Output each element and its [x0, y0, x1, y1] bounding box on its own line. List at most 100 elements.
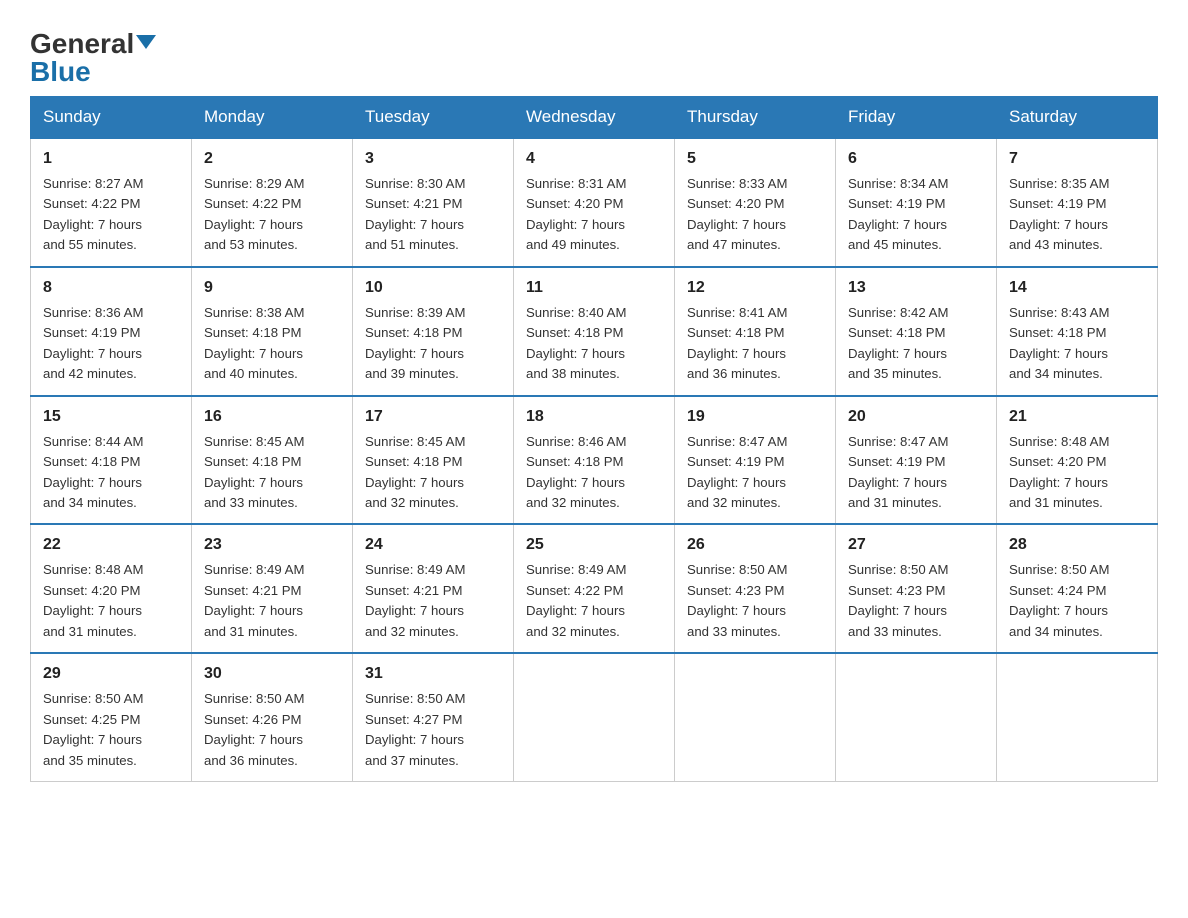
day-cell: 17 Sunrise: 8:45 AMSunset: 4:18 PMDayligh…: [353, 396, 514, 525]
day-cell: 18 Sunrise: 8:46 AMSunset: 4:18 PMDayligh…: [514, 396, 675, 525]
day-number: 1: [43, 147, 181, 171]
day-number: 16: [204, 405, 342, 429]
day-number: 30: [204, 662, 342, 686]
day-cell: 27Sunrise: 8:50 AMSunset: 4:23 PMDayligh…: [836, 524, 997, 653]
day-cell: 21 Sunrise: 8:48 AMSunset: 4:20 PMDayligh…: [997, 396, 1158, 525]
day-number: 27: [848, 533, 986, 557]
day-cell: 14 Sunrise: 8:43 AMSunset: 4:18 PMDayligh…: [997, 267, 1158, 396]
day-info: Sunrise: 8:34 AMSunset: 4:19 PMDaylight:…: [848, 176, 948, 252]
day-cell: 22 Sunrise: 8:48 AMSunset: 4:20 PMDayligh…: [31, 524, 192, 653]
col-header-monday: Monday: [192, 97, 353, 139]
day-cell: 10 Sunrise: 8:39 AMSunset: 4:18 PMDayligh…: [353, 267, 514, 396]
day-info: Sunrise: 8:46 AMSunset: 4:18 PMDaylight:…: [526, 434, 626, 510]
day-cell: [836, 653, 997, 781]
day-cell: 9 Sunrise: 8:38 AMSunset: 4:18 PMDaylight…: [192, 267, 353, 396]
day-number: 19: [687, 405, 825, 429]
day-number: 14: [1009, 276, 1147, 300]
day-cell: 2Sunrise: 8:29 AMSunset: 4:22 PMDaylight…: [192, 138, 353, 267]
week-row-2: 8 Sunrise: 8:36 AMSunset: 4:19 PMDaylight…: [31, 267, 1158, 396]
day-info: Sunrise: 8:31 AMSunset: 4:20 PMDaylight:…: [526, 176, 626, 252]
day-cell: 6Sunrise: 8:34 AMSunset: 4:19 PMDaylight…: [836, 138, 997, 267]
day-info: Sunrise: 8:45 AMSunset: 4:18 PMDaylight:…: [204, 434, 304, 510]
day-number: 18: [526, 405, 664, 429]
day-number: 17: [365, 405, 503, 429]
header: General Blue: [30, 20, 1158, 86]
day-cell: 24Sunrise: 8:49 AMSunset: 4:21 PMDayligh…: [353, 524, 514, 653]
day-info: Sunrise: 8:43 AMSunset: 4:18 PMDaylight:…: [1009, 305, 1109, 381]
day-cell: 31 Sunrise: 8:50 AMSunset: 4:27 PMDayligh…: [353, 653, 514, 781]
day-cell: 3Sunrise: 8:30 AMSunset: 4:21 PMDaylight…: [353, 138, 514, 267]
day-cell: 16 Sunrise: 8:45 AMSunset: 4:18 PMDayligh…: [192, 396, 353, 525]
col-header-sunday: Sunday: [31, 97, 192, 139]
day-cell: 23 Sunrise: 8:49 AMSunset: 4:21 PMDayligh…: [192, 524, 353, 653]
day-number: 23: [204, 533, 342, 557]
day-info: Sunrise: 8:44 AMSunset: 4:18 PMDaylight:…: [43, 434, 143, 510]
day-info: Sunrise: 8:35 AMSunset: 4:19 PMDaylight:…: [1009, 176, 1109, 252]
day-cell: 1 Sunrise: 8:27 AMSunset: 4:22 PMDaylight…: [31, 138, 192, 267]
day-number: 20: [848, 405, 986, 429]
day-info: Sunrise: 8:33 AMSunset: 4:20 PMDaylight:…: [687, 176, 787, 252]
week-row-1: 1 Sunrise: 8:27 AMSunset: 4:22 PMDaylight…: [31, 138, 1158, 267]
day-info: Sunrise: 8:50 AMSunset: 4:24 PMDaylight:…: [1009, 562, 1109, 638]
logo: General Blue: [30, 30, 156, 86]
day-number: 21: [1009, 405, 1147, 429]
day-info: Sunrise: 8:48 AMSunset: 4:20 PMDaylight:…: [1009, 434, 1109, 510]
day-number: 13: [848, 276, 986, 300]
day-cell: [997, 653, 1158, 781]
day-info: Sunrise: 8:42 AMSunset: 4:18 PMDaylight:…: [848, 305, 948, 381]
day-cell: 20 Sunrise: 8:47 AMSunset: 4:19 PMDayligh…: [836, 396, 997, 525]
day-info: Sunrise: 8:50 AMSunset: 4:25 PMDaylight:…: [43, 691, 143, 767]
logo-triangle-icon: [136, 35, 156, 49]
day-number: 31: [365, 662, 503, 686]
day-cell: 12 Sunrise: 8:41 AMSunset: 4:18 PMDayligh…: [675, 267, 836, 396]
col-header-tuesday: Tuesday: [353, 97, 514, 139]
day-number: 12: [687, 276, 825, 300]
day-number: 24: [365, 533, 503, 557]
day-info: Sunrise: 8:36 AMSunset: 4:19 PMDaylight:…: [43, 305, 143, 381]
col-header-saturday: Saturday: [997, 97, 1158, 139]
day-info: Sunrise: 8:47 AMSunset: 4:19 PMDaylight:…: [687, 434, 787, 510]
day-cell: 26Sunrise: 8:50 AMSunset: 4:23 PMDayligh…: [675, 524, 836, 653]
day-cell: 19 Sunrise: 8:47 AMSunset: 4:19 PMDayligh…: [675, 396, 836, 525]
day-info: Sunrise: 8:29 AMSunset: 4:22 PMDaylight:…: [204, 176, 304, 252]
logo-blue: Blue: [30, 58, 91, 86]
day-info: Sunrise: 8:50 AMSunset: 4:27 PMDaylight:…: [365, 691, 465, 767]
day-info: Sunrise: 8:50 AMSunset: 4:26 PMDaylight:…: [204, 691, 304, 767]
day-info: Sunrise: 8:40 AMSunset: 4:18 PMDaylight:…: [526, 305, 626, 381]
day-number: 22: [43, 533, 181, 557]
day-info: Sunrise: 8:49 AMSunset: 4:21 PMDaylight:…: [204, 562, 304, 638]
day-cell: 8 Sunrise: 8:36 AMSunset: 4:19 PMDaylight…: [31, 267, 192, 396]
day-info: Sunrise: 8:38 AMSunset: 4:18 PMDaylight:…: [204, 305, 304, 381]
day-info: Sunrise: 8:27 AMSunset: 4:22 PMDaylight:…: [43, 176, 143, 252]
day-number: 8: [43, 276, 181, 300]
day-cell: 5 Sunrise: 8:33 AMSunset: 4:20 PMDaylight…: [675, 138, 836, 267]
day-cell: 15Sunrise: 8:44 AMSunset: 4:18 PMDayligh…: [31, 396, 192, 525]
day-cell: 28 Sunrise: 8:50 AMSunset: 4:24 PMDayligh…: [997, 524, 1158, 653]
day-number: 10: [365, 276, 503, 300]
day-number: 7: [1009, 147, 1147, 171]
day-info: Sunrise: 8:48 AMSunset: 4:20 PMDaylight:…: [43, 562, 143, 638]
day-info: Sunrise: 8:41 AMSunset: 4:18 PMDaylight:…: [687, 305, 787, 381]
day-number: 11: [526, 276, 664, 300]
day-cell: 7 Sunrise: 8:35 AMSunset: 4:19 PMDaylight…: [997, 138, 1158, 267]
day-number: 5: [687, 147, 825, 171]
calendar-table: SundayMondayTuesdayWednesdayThursdayFrid…: [30, 96, 1158, 782]
day-cell: 30 Sunrise: 8:50 AMSunset: 4:26 PMDayligh…: [192, 653, 353, 781]
col-header-wednesday: Wednesday: [514, 97, 675, 139]
col-header-thursday: Thursday: [675, 97, 836, 139]
logo-general: General: [30, 30, 134, 58]
day-info: Sunrise: 8:47 AMSunset: 4:19 PMDaylight:…: [848, 434, 948, 510]
day-cell: 29Sunrise: 8:50 AMSunset: 4:25 PMDayligh…: [31, 653, 192, 781]
day-cell: [675, 653, 836, 781]
week-row-4: 22 Sunrise: 8:48 AMSunset: 4:20 PMDayligh…: [31, 524, 1158, 653]
day-info: Sunrise: 8:45 AMSunset: 4:18 PMDaylight:…: [365, 434, 465, 510]
day-number: 28: [1009, 533, 1147, 557]
day-info: Sunrise: 8:49 AMSunset: 4:22 PMDaylight:…: [526, 562, 626, 638]
day-info: Sunrise: 8:39 AMSunset: 4:18 PMDaylight:…: [365, 305, 465, 381]
week-row-5: 29Sunrise: 8:50 AMSunset: 4:25 PMDayligh…: [31, 653, 1158, 781]
day-number: 9: [204, 276, 342, 300]
day-cell: [514, 653, 675, 781]
day-cell: 13 Sunrise: 8:42 AMSunset: 4:18 PMDayligh…: [836, 267, 997, 396]
day-number: 3: [365, 147, 503, 171]
day-cell: 11 Sunrise: 8:40 AMSunset: 4:18 PMDayligh…: [514, 267, 675, 396]
